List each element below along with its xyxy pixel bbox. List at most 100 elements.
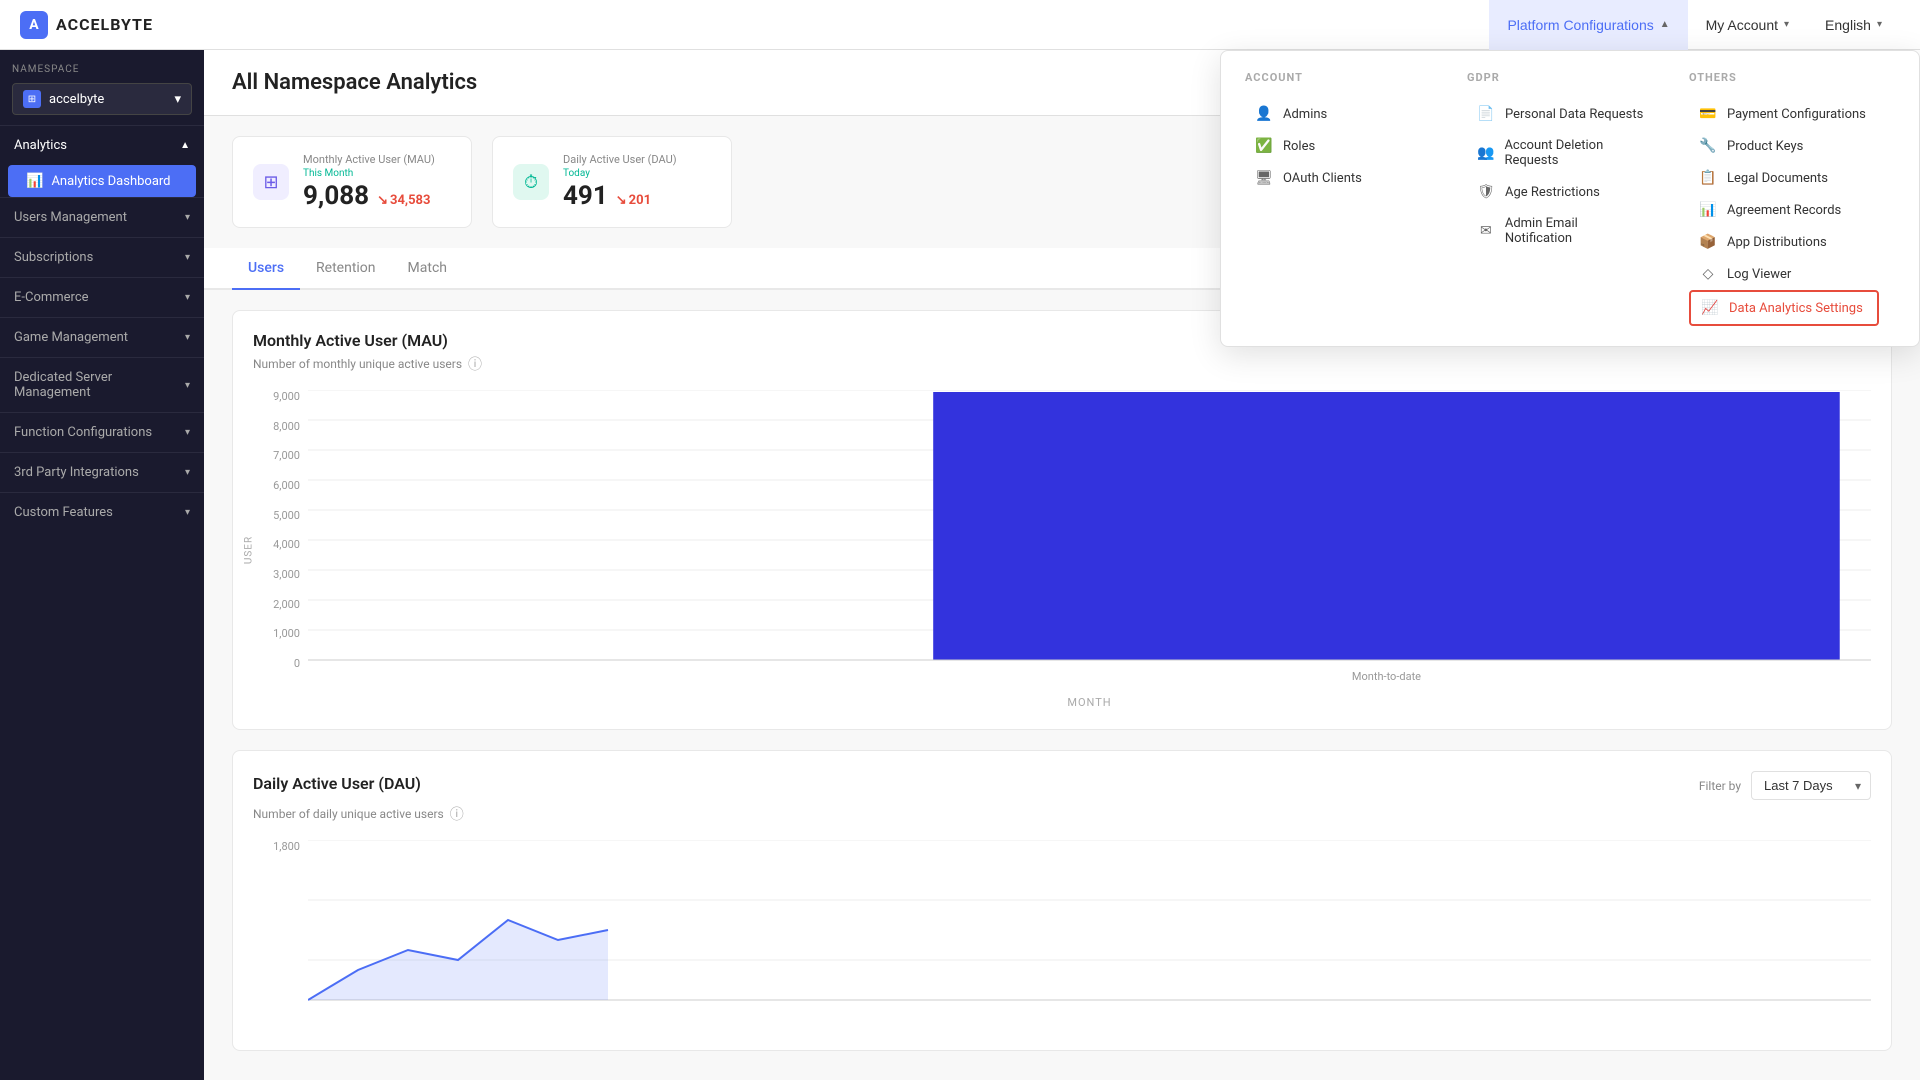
platform-config-chevron-icon: ▲ <box>1660 19 1670 30</box>
dau-info-icon: ⓘ <box>450 804 464 824</box>
dropdown-item-icon-log-viewer: ◇ <box>1699 266 1717 282</box>
sidebar-section-label-dedicated-server: Dedicated Server Management <box>14 370 185 400</box>
y-label-2000: 2,000 <box>253 598 308 611</box>
dropdown-item-icon-app-distributions: 📦 <box>1699 234 1717 250</box>
mau-bar-chart: Month-to-date <box>308 390 1871 690</box>
dropdown-item-legal-docs[interactable]: 📋Legal Documents <box>1689 162 1879 194</box>
y-label-5000: 5,000 <box>253 509 308 522</box>
filter-select[interactable]: Last 7 Days Last 30 Days Last 90 Days <box>1751 771 1871 800</box>
dropdown-item-product-keys[interactable]: 🔧 Product Keys <box>1689 130 1879 162</box>
dau-chart-title: Daily Active User (DAU) <box>253 774 421 793</box>
sidebar-section-chevron-game-management: ▾ <box>185 332 190 343</box>
tab-match[interactable]: Match <box>392 248 463 290</box>
sidebar-section-label-users-management: Users Management <box>14 210 127 225</box>
my-account-button[interactable]: My Account ▾ <box>1688 0 1807 50</box>
platform-config-button[interactable]: Platform Configurations ▲ <box>1489 0 1687 50</box>
dropdown-item-label-oauth-clients: OAuth Clients <box>1283 171 1362 186</box>
sidebar-item-analytics-dashboard[interactable]: 📊Analytics Dashboard <box>8 165 196 197</box>
dropdown-item-icon-admins: 👤 <box>1255 106 1273 122</box>
sidebar-section-header-custom-features[interactable]: Custom Features▾ <box>0 493 204 532</box>
dropdown-item-label-product-keys: Product Keys <box>1727 139 1803 154</box>
namespace-chevron-icon: ▾ <box>174 92 181 107</box>
dau-label: Daily Active User (DAU) Today <box>563 153 677 179</box>
sidebar-section-label-analytics: Analytics <box>14 138 67 153</box>
dropdown-item-icon-payment-configs: 💳 <box>1699 106 1717 122</box>
dropdown-item-data-analytics[interactable]: 📈Data Analytics Settings <box>1689 290 1879 326</box>
dropdown-item-label-agreement-records: Agreement Records <box>1727 203 1841 218</box>
sidebar-section-header-subscriptions[interactable]: Subscriptions▾ <box>0 238 204 277</box>
dropdown-item-icon-account-deletion: 👥 <box>1477 145 1494 161</box>
tab-users[interactable]: Users <box>232 248 300 290</box>
sidebar-section-label-game-management: Game Management <box>14 330 128 345</box>
dau-y-axis: 1,800 <box>253 840 308 1030</box>
dropdown-account-col: ACCOUNT 👤 Admins ✅ Roles 🖥 OAuth Clients <box>1245 71 1451 326</box>
sidebar-section-ecommerce: E-Commerce▾ <box>0 277 204 317</box>
sidebar-section-chevron-custom-features: ▾ <box>185 507 190 518</box>
mau-chart-subtitle: Number of monthly unique active users ⓘ <box>253 354 1871 374</box>
sidebar-section-header-function-configs[interactable]: Function Configurations▾ <box>0 413 204 452</box>
dropdown-item-age-restrictions[interactable]: 🛡Age Restrictions <box>1467 176 1657 208</box>
dropdown-item-icon-roles: ✅ <box>1255 138 1273 154</box>
dau-period: Today <box>563 168 590 179</box>
y-label-0: 0 <box>253 657 308 670</box>
sidebar-section-header-analytics[interactable]: Analytics▲ <box>0 126 204 165</box>
sidebar-item-label-analytics-dashboard: Analytics Dashboard <box>51 174 170 189</box>
platform-config-dropdown: ACCOUNT 👤Admins✅Roles🖥OAuth Clients GDPR… <box>1220 50 1920 347</box>
app-logo-text: ACCELBYTE <box>56 15 153 34</box>
dropdown-item-label-admins: Admins <box>1283 107 1327 122</box>
sidebar-section-chevron-function-configs: ▾ <box>185 427 190 438</box>
tab-retention[interactable]: Retention <box>300 248 392 290</box>
dropdown-item-app-distributions[interactable]: 📦 App Distributions <box>1689 226 1879 258</box>
dropdown-item-roles[interactable]: ✅ Roles <box>1245 130 1435 162</box>
mau-info-icon: ⓘ <box>468 354 482 374</box>
sidebar-section-users-management: Users Management▾ <box>0 197 204 237</box>
dropdown-others-title: OTHERS <box>1689 71 1879 84</box>
sidebar-section-subscriptions: Subscriptions▾ <box>0 237 204 277</box>
filter-select-wrapper[interactable]: Last 7 Days Last 30 Days Last 90 Days <box>1751 771 1871 800</box>
namespace-icon: ⊞ <box>23 90 41 108</box>
sidebar-section-dedicated-server: Dedicated Server Management▾ <box>0 357 204 412</box>
dropdown-item-icon-data-analytics: 📈 <box>1701 300 1719 316</box>
dau-value: 491 ↘ 201 <box>563 181 677 211</box>
dropdown-item-icon-product-keys: 🔧 <box>1699 138 1717 154</box>
mau-stat-card: ⊞ Monthly Active User (MAU) This Month 9… <box>232 136 472 228</box>
dropdown-account-title: ACCOUNT <box>1245 71 1435 84</box>
namespace-select[interactable]: ⊞ accelbyte ▾ <box>12 83 192 115</box>
dropdown-item-account-deletion[interactable]: 👥Account Deletion Requests <box>1467 130 1657 176</box>
dropdown-item-log-viewer[interactable]: ◇Log Viewer <box>1689 258 1879 290</box>
dau-chart-area <box>308 840 1871 1030</box>
sidebar-section-chevron-3rd-party: ▾ <box>185 467 190 478</box>
y-label-7000: 7,000 <box>253 449 308 462</box>
platform-config-label: Platform Configurations <box>1507 17 1653 33</box>
nav-right: Platform Configurations ▲ My Account ▾ E… <box>1489 0 1900 49</box>
sidebar-section-header-ecommerce[interactable]: E-Commerce▾ <box>0 278 204 317</box>
dropdown-item-icon-age-restrictions: 🛡 <box>1477 184 1495 200</box>
sidebar-section-header-game-management[interactable]: Game Management ▾ <box>0 318 204 357</box>
dropdown-item-label-admin-email: Admin Email Notification <box>1505 216 1647 246</box>
mau-chart-section: Monthly Active User (MAU) Number of mont… <box>232 310 1892 730</box>
dau-info: Daily Active User (DAU) Today 491 ↘ 201 <box>563 153 677 211</box>
sidebar-section-analytics: Analytics▲📊Analytics Dashboard <box>0 125 204 197</box>
dropdown-gdpr-col: GDPR 📄Personal Data Requests👥Account Del… <box>1451 71 1673 326</box>
dropdown-item-agreement-records[interactable]: 📊Agreement Records <box>1689 194 1879 226</box>
dropdown-item-icon-oauth-clients: 🖥 <box>1255 170 1273 186</box>
mau-chart-wrapper: 9,000 8,000 7,000 6,000 5,000 4,000 3,00… <box>253 390 1871 709</box>
namespace-section: NAMESPACE ⊞ accelbyte ▾ <box>0 50 204 125</box>
sidebar-section-header-users-management[interactable]: Users Management▾ <box>0 198 204 237</box>
y-label-6000: 6,000 <box>253 479 308 492</box>
dropdown-item-admin-email[interactable]: ✉Admin Email Notification <box>1467 208 1657 254</box>
dropdown-item-personal-data[interactable]: 📄Personal Data Requests <box>1467 98 1657 130</box>
language-button[interactable]: English ▾ <box>1807 0 1900 50</box>
dau-chart-subtitle: Number of daily unique active users ⓘ <box>253 804 1871 824</box>
dropdown-item-oauth-clients[interactable]: 🖥 OAuth Clients <box>1245 162 1435 194</box>
mau-x-axis-label: MONTH <box>308 696 1871 709</box>
sidebar-section-header-3rd-party[interactable]: 3rd Party Integrations▾ <box>0 453 204 492</box>
dau-stat-card: ⏱ Daily Active User (DAU) Today 491 ↘ 20… <box>492 136 732 228</box>
dropdown-item-label-app-distributions: App Distributions <box>1727 235 1827 250</box>
sidebar-section-label-subscriptions: Subscriptions <box>14 250 93 265</box>
sidebar-section-header-dedicated-server[interactable]: Dedicated Server Management▾ <box>0 358 204 412</box>
mau-chart-area: Month-to-date MONTH <box>308 390 1871 709</box>
dropdown-item-admins[interactable]: 👤 Admins <box>1245 98 1435 130</box>
dropdown-item-label-roles: Roles <box>1283 139 1315 154</box>
dropdown-item-payment-configs[interactable]: 💳Payment Configurations <box>1689 98 1879 130</box>
